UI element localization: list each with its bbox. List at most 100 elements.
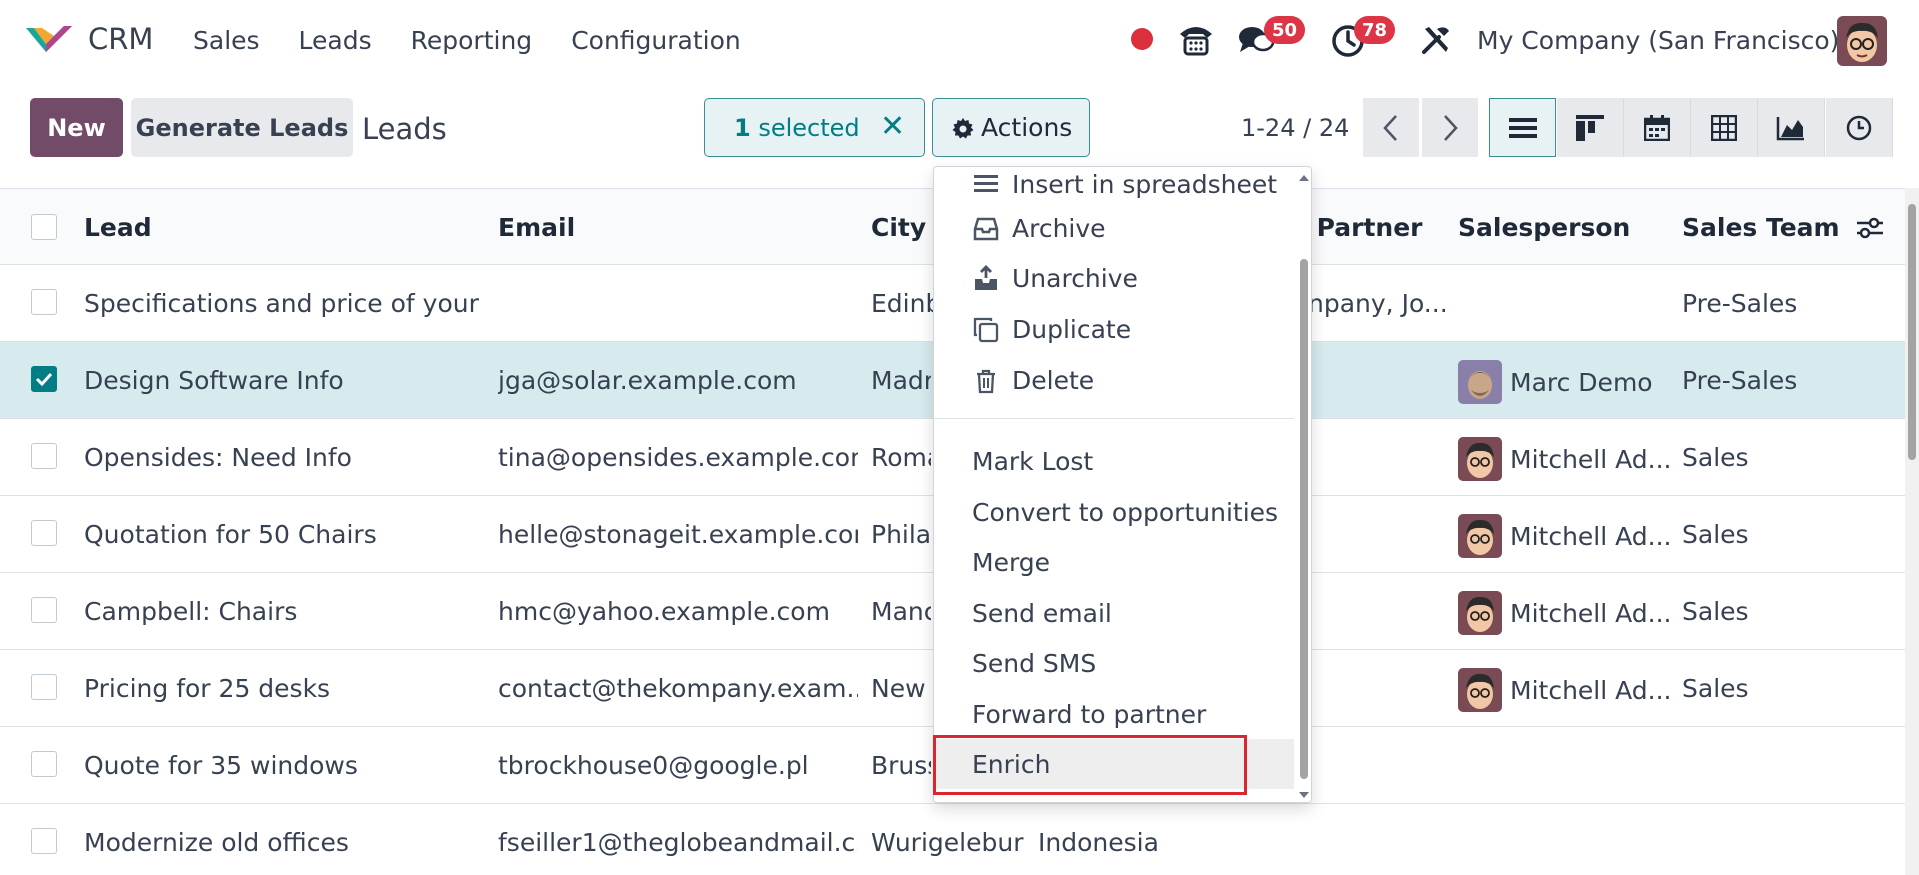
pager-value[interactable]: 1-24 / 24 bbox=[1241, 114, 1349, 142]
kanban-view-icon bbox=[1576, 114, 1604, 141]
cell-email: contact@thekompany.exam... bbox=[498, 674, 858, 703]
cell-lead: Opensides: Need Info bbox=[84, 443, 352, 472]
row-checkbox[interactable] bbox=[31, 289, 57, 315]
menu-item-duplicate[interactable]: Duplicate bbox=[934, 304, 1294, 354]
table-scrollbar[interactable] bbox=[1905, 188, 1919, 875]
cell-salesperson: Marc Demo bbox=[1510, 367, 1653, 397]
avatar bbox=[1458, 437, 1502, 481]
company-switcher[interactable]: My Company (San Francisco) bbox=[1477, 26, 1839, 55]
menu-sales[interactable]: Sales bbox=[193, 26, 260, 55]
avatar bbox=[1458, 668, 1502, 712]
menu-item-archive[interactable]: Archive bbox=[934, 203, 1294, 253]
actions-button[interactable]: Actions bbox=[932, 98, 1090, 157]
main-menu: Sales Leads Reporting Configuration bbox=[193, 26, 741, 55]
phone-icon[interactable] bbox=[1174, 18, 1218, 62]
dropdown-scrollbar[interactable] bbox=[1296, 167, 1312, 802]
pager-next-button[interactable] bbox=[1422, 98, 1478, 157]
cell-lead: Pricing for 25 desks bbox=[84, 674, 331, 703]
cell-partner: npany, Jo... bbox=[1308, 289, 1448, 318]
pivot-view-icon bbox=[1711, 114, 1737, 141]
pager-previous-button[interactable] bbox=[1363, 98, 1419, 157]
salesperson-field: Marc Demo bbox=[1458, 360, 1653, 404]
menu-item-label: Delete bbox=[1012, 365, 1095, 395]
view-kanban-button[interactable] bbox=[1557, 98, 1624, 157]
column-settings-icon[interactable] bbox=[1855, 216, 1885, 240]
row-checkbox[interactable] bbox=[31, 443, 57, 469]
view-calendar-button[interactable] bbox=[1624, 98, 1691, 157]
tools-icon[interactable] bbox=[1414, 18, 1458, 62]
header-salesperson[interactable]: Salesperson bbox=[1458, 213, 1630, 242]
gear-icon bbox=[952, 118, 974, 139]
menu-item-convert-opportunities[interactable]: Convert to opportunities bbox=[934, 487, 1294, 537]
row-checkbox[interactable] bbox=[31, 828, 57, 854]
top-navbar: CRM Sales Leads Reporting Configuration … bbox=[0, 0, 1919, 84]
scrollbar-thumb[interactable] bbox=[1908, 204, 1916, 460]
dropdown-scroll-thumb[interactable] bbox=[1300, 259, 1308, 779]
table-row[interactable]: Modernize old offices fseiller1@theglobe… bbox=[0, 804, 1905, 875]
crm-logo-icon[interactable] bbox=[24, 22, 74, 58]
trash-icon bbox=[977, 369, 995, 394]
row-checkbox[interactable] bbox=[31, 597, 57, 623]
activities-badge: 78 bbox=[1354, 16, 1396, 44]
menu-configuration[interactable]: Configuration bbox=[571, 26, 741, 55]
row-checkbox-checked[interactable] bbox=[31, 366, 57, 392]
view-list-button[interactable] bbox=[1489, 98, 1556, 157]
calendar-view-icon bbox=[1644, 114, 1670, 141]
cell-city: Philac bbox=[871, 520, 931, 549]
chevron-left-icon bbox=[1383, 114, 1397, 141]
enrich-highlight-box bbox=[933, 735, 1247, 795]
avatar bbox=[1458, 514, 1502, 558]
row-checkbox[interactable] bbox=[31, 520, 57, 546]
cell-email: jga@solar.example.com bbox=[498, 366, 797, 395]
menu-item-label: Send SMS bbox=[972, 648, 1097, 678]
header-sales-team[interactable]: Sales Team bbox=[1682, 213, 1840, 242]
clock-icon bbox=[1846, 115, 1872, 140]
avatar bbox=[1458, 591, 1502, 635]
cell-city: Bruss bbox=[871, 751, 931, 780]
cell-sales-team: Pre-Sales bbox=[1682, 366, 1798, 395]
generate-leads-button[interactable]: Generate Leads bbox=[131, 98, 353, 157]
new-button[interactable]: New bbox=[30, 98, 123, 157]
cell-city: Wurigelebur bbox=[871, 828, 1024, 857]
user-avatar[interactable] bbox=[1837, 16, 1887, 66]
cell-salesperson: Mitchell Ad... bbox=[1510, 444, 1672, 474]
selected-label: selected bbox=[758, 114, 860, 142]
view-graph-button[interactable] bbox=[1758, 98, 1825, 157]
cell-sales-team: Pre-Sales bbox=[1682, 289, 1798, 318]
cell-salesperson: Mitchell Ad... bbox=[1510, 675, 1672, 705]
cell-lead: Quote for 35 windows bbox=[84, 751, 358, 780]
cell-lead: Specifications and price of your ... bbox=[84, 289, 484, 318]
cell-email: fseiller1@theglobeandmail.c... bbox=[498, 828, 858, 857]
scroll-up-arrow-icon[interactable] bbox=[1296, 171, 1312, 185]
app-name[interactable]: CRM bbox=[88, 22, 153, 56]
menu-item-mark-lost[interactable]: Mark Lost bbox=[934, 436, 1294, 486]
menu-item-label: Forward to partner bbox=[972, 699, 1207, 729]
header-lead[interactable]: Lead bbox=[84, 213, 152, 242]
menu-item-merge[interactable]: Merge bbox=[934, 537, 1294, 587]
menu-leads[interactable]: Leads bbox=[299, 26, 372, 55]
header-email[interactable]: Email bbox=[498, 213, 575, 242]
menu-item-label: Convert to opportunities bbox=[972, 497, 1279, 527]
menu-item-send-sms[interactable]: Send SMS bbox=[934, 638, 1294, 688]
menu-item-delete[interactable]: Delete bbox=[934, 355, 1294, 405]
view-pivot-button[interactable] bbox=[1691, 98, 1758, 157]
cell-city: Roma bbox=[871, 443, 931, 472]
actions-label: Actions bbox=[981, 113, 1073, 142]
unarchive-icon bbox=[975, 265, 997, 290]
row-checkbox[interactable] bbox=[31, 751, 57, 777]
header-city[interactable]: City bbox=[871, 213, 926, 242]
check-icon bbox=[35, 372, 53, 387]
menu-reporting[interactable]: Reporting bbox=[411, 26, 533, 55]
menu-item-unarchive[interactable]: Unarchive bbox=[934, 253, 1294, 303]
recording-indicator-icon[interactable] bbox=[1131, 28, 1153, 50]
select-all-checkbox[interactable] bbox=[31, 214, 57, 240]
cell-email: helle@stonageit.example.com bbox=[498, 520, 858, 549]
row-checkbox[interactable] bbox=[31, 674, 57, 700]
scroll-down-arrow-icon[interactable] bbox=[1296, 788, 1312, 802]
menu-item-forward-partner[interactable]: Forward to partner bbox=[934, 689, 1294, 739]
cell-salesperson: Mitchell Ad... bbox=[1510, 598, 1672, 628]
view-activity-button[interactable] bbox=[1826, 98, 1893, 157]
clear-selection-icon[interactable]: ✕ bbox=[880, 109, 905, 144]
menu-item-send-email[interactable]: Send email bbox=[934, 588, 1294, 638]
cell-salesperson: Mitchell Ad... bbox=[1510, 521, 1672, 551]
